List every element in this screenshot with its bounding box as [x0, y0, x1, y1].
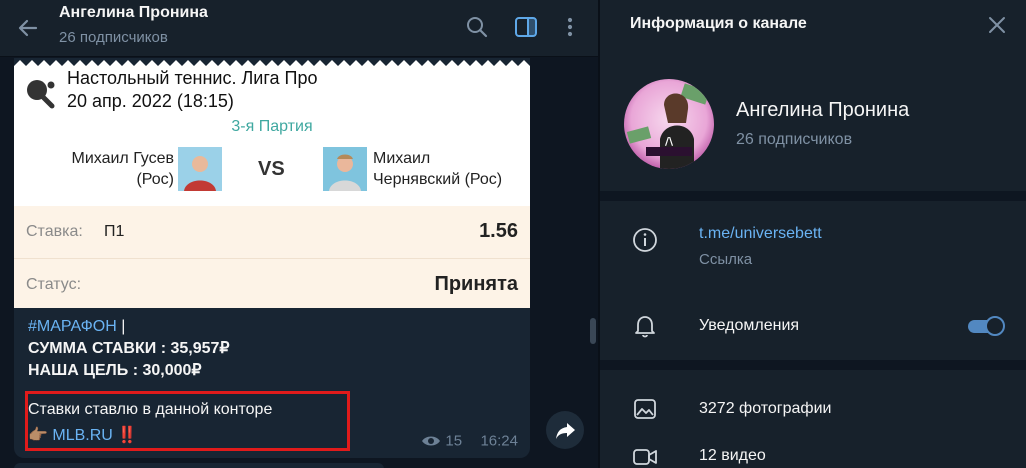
bet-odds: 1.56: [479, 220, 518, 242]
event-part: 3-я Партия: [231, 118, 313, 135]
search-icon[interactable]: [464, 14, 490, 40]
pointing-hand-emoji: 👉🏽: [28, 427, 48, 444]
table-tennis-icon: [27, 80, 55, 109]
player2-photo: [323, 147, 367, 191]
views-count: 15: [445, 432, 463, 450]
chat-header: Ангелина Пронина 26 подписчиков: [0, 0, 598, 57]
status-label: Статус:: [26, 276, 82, 293]
event-title: Настольный теннис. Лига Про: [67, 68, 318, 88]
message-bubble: Настольный теннис. Лига Про 20 апр. 2022…: [14, 58, 530, 458]
bet-row: Ставка: П1 1.56: [14, 206, 530, 258]
svg-text:/\: /\: [665, 135, 674, 148]
chat-scrollbar[interactable]: [590, 318, 596, 344]
chat-pane: Ангелина Пронина 26 подписчиков Настольн…: [0, 0, 598, 468]
info-icon: [633, 228, 657, 252]
channel-name: Ангелина Пронина: [736, 99, 910, 121]
video-icon: [633, 449, 657, 465]
forward-icon: [556, 423, 575, 439]
event-date: 20 апр. 2022 (18:15): [67, 91, 234, 111]
channel-subscribers: 26 подписчиков: [736, 131, 853, 148]
player2-name: Михаил Чернявский (Рос): [373, 150, 503, 188]
bookmaker-link-line: 👉🏽 MLB.RU ‼️: [28, 425, 137, 445]
hashtag-link[interactable]: #МАРАФОН: [28, 318, 117, 335]
sum-line: СУММА СТАВКИ : 35,957₽: [28, 340, 230, 357]
bookmaker-text: Ставки ставлю в данной конторе: [28, 401, 273, 418]
notifications-toggle[interactable]: [968, 316, 1005, 336]
section-separator: [600, 191, 1026, 201]
hashtag-separator: |: [116, 318, 126, 335]
message-meta: 15 16:24: [421, 432, 518, 450]
channel-link-label: Ссылка: [699, 251, 753, 268]
photos-count[interactable]: 3272 фотографии: [699, 400, 831, 418]
player1-name: Михаил Гусев (Рос): [71, 150, 174, 188]
chat-title[interactable]: Ангелина Пронина: [59, 4, 208, 22]
next-message-bubble: [14, 463, 384, 468]
bet-value: П1: [104, 223, 125, 240]
double-exclamation-emoji: ‼️: [117, 427, 138, 444]
bookmaker-link[interactable]: MLB.RU: [52, 427, 112, 444]
versus-label: VS: [258, 158, 285, 180]
videos-count[interactable]: 12 видео: [699, 447, 766, 465]
forward-button[interactable]: [546, 411, 584, 449]
views-eye-icon: [422, 436, 441, 446]
bell-icon: [635, 316, 655, 338]
player1-photo: [178, 147, 222, 191]
back-arrow-icon[interactable]: [14, 14, 42, 42]
status-row: Статус: Принята: [14, 258, 530, 308]
more-menu-icon[interactable]: [557, 14, 583, 40]
notifications-label: Уведомления: [699, 317, 800, 334]
status-value: Принята: [434, 273, 518, 295]
bet-label: Ставка:: [26, 223, 83, 240]
ticket-edge: [14, 58, 530, 66]
toggle-knob: [985, 316, 1005, 336]
channel-info-panel: Информация о канале /\ Ангелина Пронина …: [600, 0, 1026, 468]
info-panel-title: Информация о канале: [630, 15, 807, 32]
message-text: #МАРАФОН | СУММА СТАВКИ : 35,957₽ НАША Ц…: [28, 316, 230, 382]
bet-card-image[interactable]: Настольный теннис. Лига Про 20 апр. 2022…: [14, 58, 530, 308]
channel-avatar[interactable]: /\: [624, 79, 714, 169]
channel-link[interactable]: t.me/universebett: [699, 225, 822, 243]
goal-line: НАША ЦЕЛЬ : 30,000₽: [28, 362, 202, 379]
chat-subtitle: 26 подписчиков: [59, 29, 168, 46]
message-time: 16:24: [480, 432, 518, 450]
photo-icon: [634, 399, 656, 419]
close-icon[interactable]: [986, 14, 1008, 36]
sidebar-toggle-icon[interactable]: [513, 14, 539, 40]
section-separator: [600, 360, 1026, 370]
